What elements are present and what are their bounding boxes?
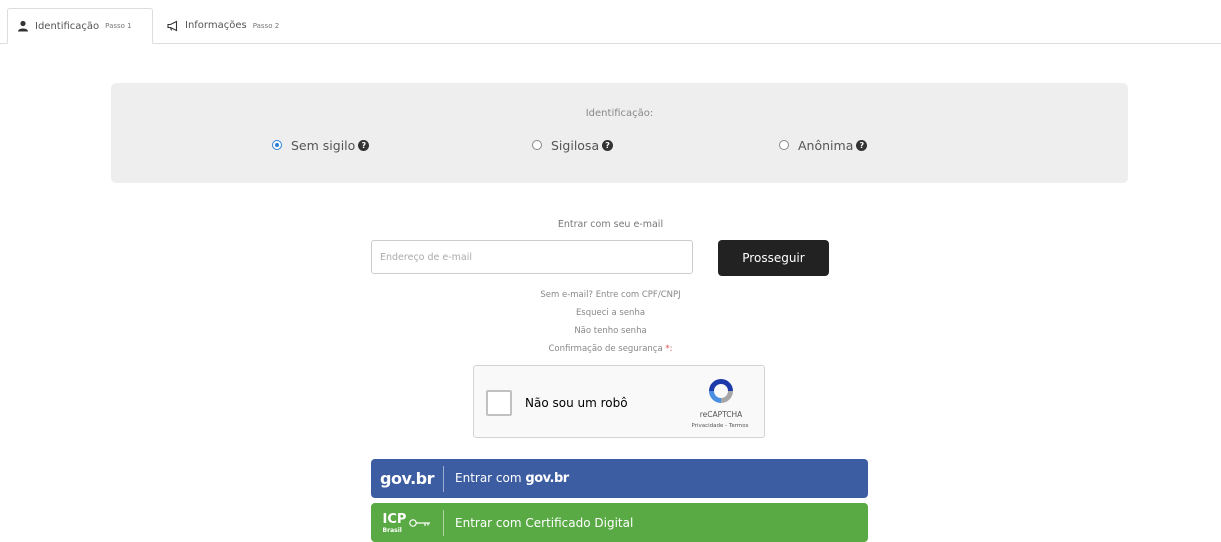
icp-logo-bottom: Brasil [382,526,402,534]
forgot-password-link[interactable]: Esqueci a senha [0,308,1221,318]
radio-anonima[interactable] [779,140,789,150]
digital-certificate-login-button[interactable]: ICP Brasil Entrar com Certificado Digita… [371,503,868,542]
govbr-button-label: Entrar com gov.br [455,471,569,486]
govbr-text-brand: gov.br [525,471,569,486]
tab-label: Identificação [35,20,100,32]
recaptcha-privacy-link[interactable]: Privacidade [692,423,724,429]
question-circle-icon[interactable]: ? [856,139,868,151]
option-label: Sigilosa [551,137,600,153]
recaptcha-checkbox[interactable] [486,390,512,416]
proceed-button[interactable]: Prosseguir [718,240,829,276]
identification-panel: Identificação: Sem sigilo ? Sigilosa ? A… [111,83,1128,183]
recaptcha-terms-link[interactable]: Termos [729,423,749,429]
key-icon [409,518,431,527]
security-label-text: Confirmação de segurança [548,344,663,354]
icp-mark: ICP Brasil [382,511,407,534]
option-label: Sem sigilo [291,137,356,153]
govbr-text: Entrar com [455,471,522,485]
recaptcha-links: Privacidade - Termos [691,423,749,429]
divider [443,509,444,536]
option-anonima[interactable]: Anônima ? [779,137,868,153]
tab-label: Informações [185,20,247,31]
recaptcha-brand: reCAPTCHA [699,410,743,419]
recaptcha-label: Não sou um robô [525,396,628,410]
option-label: Anônima [798,137,854,153]
security-confirmation-label: Confirmação de segurança *: [0,344,1221,354]
recaptcha-widget: Não sou um robô reCAPTCHA Privacidade - … [473,365,765,438]
icp-button-label: Entrar com Certificado Digital [455,515,634,530]
govbr-login-button[interactable]: gov.br Entrar com gov.br [371,459,868,498]
identification-title: Identificação: [585,108,654,119]
no-email-link[interactable]: Sem e-mail? Entre com CPF/CNPJ [0,290,1221,300]
tab-identificacao[interactable]: Identificação Passo 1 [7,8,153,44]
email-input[interactable] [371,240,693,274]
radio-sigilosa[interactable] [532,140,542,150]
icp-logo-top: ICP [382,511,407,527]
icp-brasil-logo: ICP Brasil [371,511,443,534]
divider [443,465,444,492]
required-mark: *: [665,344,673,354]
question-circle-icon[interactable]: ? [602,139,614,151]
option-sigilosa[interactable]: Sigilosa ? [532,137,614,153]
question-circle-icon[interactable]: ? [358,139,370,151]
recaptcha-logo-icon [709,379,733,403]
enter-email-label: Entrar com seu e-mail [557,219,664,230]
no-password-link[interactable]: Não tenho senha [0,326,1221,336]
tab-step: Passo 2 [252,21,280,30]
radio-sem-sigilo[interactable] [272,140,282,150]
tab-step: Passo 1 [105,22,132,30]
megaphone-icon [167,20,178,31]
option-sem-sigilo[interactable]: Sem sigilo ? [272,137,370,153]
user-icon [18,20,28,32]
tab-bar: Identificação Passo 1 Informações Passo … [0,0,1221,44]
govbr-logo: gov.br [380,469,435,488]
tab-informacoes[interactable]: Informações Passo 2 [163,8,279,43]
